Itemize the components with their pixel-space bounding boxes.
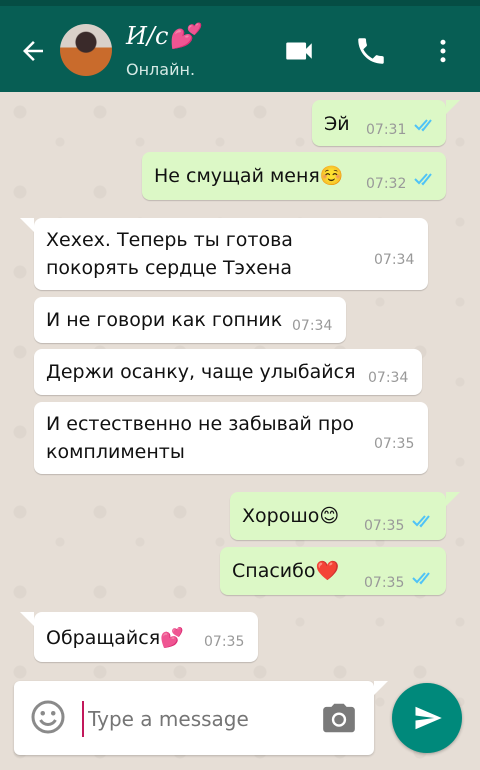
message-time: 07:35 <box>364 575 405 591</box>
message-text: Не смущай меня☺️ <box>154 165 344 187</box>
back-arrow-icon[interactable] <box>18 36 48 66</box>
read-ticks-icon <box>412 515 430 528</box>
message-time: 07:34 <box>292 318 333 334</box>
avatar[interactable] <box>60 24 112 76</box>
message-text: Спасибо❤️ <box>232 560 340 582</box>
message-bubble-incoming[interactable]: Хехех. Теперь ты готова покорять сердце … <box>34 218 428 290</box>
bubble-tail <box>20 218 34 232</box>
message-composer <box>14 681 374 755</box>
phone-call-icon[interactable] <box>354 34 388 68</box>
contact-status: Онлайн. <box>126 60 196 79</box>
message-bubble-outgoing[interactable]: Не смущай меня☺️ 07:32 <box>142 152 446 200</box>
message-bubble-incoming[interactable]: Держи осанку, чаще улыбайся 07:34 <box>34 349 422 395</box>
message-text: Держи осанку, чаще улыбайся <box>46 361 356 383</box>
message-line: И естественно не забывай про <box>46 413 355 435</box>
message-text: Эй <box>324 113 350 135</box>
bubble-tail <box>374 681 388 695</box>
message-text: Хехех. Теперь ты готова покорять сердце … <box>46 226 293 282</box>
emoji-icon[interactable] <box>30 699 66 735</box>
read-ticks-icon <box>414 119 432 132</box>
read-ticks-icon <box>412 572 430 585</box>
read-ticks-icon <box>414 173 432 186</box>
message-line: комплименты <box>46 441 185 463</box>
message-time: 07:35 <box>374 436 415 452</box>
bubble-tail <box>446 100 460 114</box>
contact-name[interactable]: И/с💕 <box>126 22 198 50</box>
bubble-tail <box>446 492 460 506</box>
bubble-tail <box>20 612 34 626</box>
status-bar <box>0 0 480 6</box>
message-time: 07:35 <box>364 518 405 534</box>
chat-header: И/с💕 Онлайн. <box>0 0 480 92</box>
message-line: Хехех. Теперь ты готова <box>46 229 293 251</box>
message-time: 07:31 <box>366 122 407 138</box>
send-button[interactable] <box>392 683 462 753</box>
message-bubble-incoming[interactable]: Обращайся💕 07:35 <box>34 612 258 662</box>
message-input[interactable] <box>82 701 300 737</box>
message-time: 07:32 <box>366 176 407 192</box>
message-text: И не говори как гопник <box>46 309 283 331</box>
message-text: Обращайся💕 <box>46 627 184 649</box>
video-call-icon[interactable] <box>282 34 316 68</box>
message-time: 07:35 <box>204 634 245 650</box>
message-bubble-incoming[interactable]: И не говори как гопник 07:34 <box>34 297 346 343</box>
message-time: 07:34 <box>368 370 409 386</box>
message-text: Хорошо😊 <box>242 505 340 527</box>
message-time: 07:34 <box>374 252 415 268</box>
message-bubble-outgoing[interactable]: Спасибо❤️ 07:35 <box>220 547 446 595</box>
message-bubble-outgoing[interactable]: Хорошо😊 07:35 <box>230 492 446 540</box>
send-icon <box>415 706 442 730</box>
message-bubble-incoming[interactable]: И естественно не забывай про комплименты… <box>34 402 428 474</box>
message-line: покорять сердце Тэхена <box>46 257 292 279</box>
message-bubble-outgoing[interactable]: Эй 07:31 <box>312 100 446 146</box>
more-options-icon[interactable] <box>428 34 458 68</box>
camera-icon[interactable] <box>318 699 360 737</box>
message-text: И естественно не забывай про комплименты <box>46 410 354 466</box>
